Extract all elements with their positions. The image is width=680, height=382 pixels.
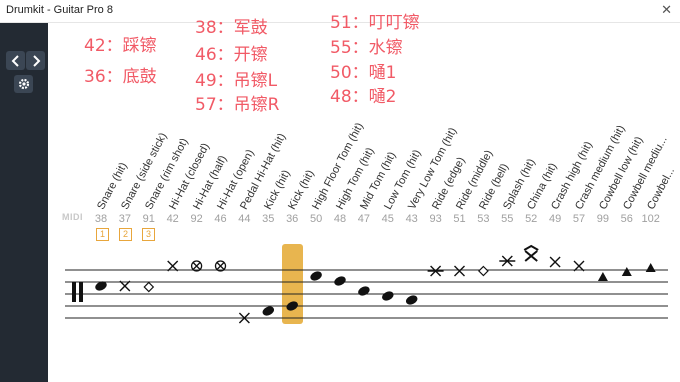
- note-head[interactable]: [523, 244, 539, 262]
- percussion-clef: [72, 282, 83, 302]
- notes: [95, 244, 656, 324]
- note-head[interactable]: [478, 265, 489, 277]
- note-head[interactable]: [143, 281, 155, 293]
- note-head[interactable]: [645, 263, 656, 272]
- highlight-kick-36: [282, 244, 303, 324]
- note-head[interactable]: [597, 272, 608, 281]
- note-head[interactable]: [357, 285, 371, 298]
- note-head[interactable]: [261, 305, 275, 318]
- drum-staff: [65, 244, 668, 324]
- note-head[interactable]: [309, 270, 323, 283]
- note-head[interactable]: [427, 265, 444, 277]
- note-head[interactable]: [333, 275, 347, 288]
- note-head[interactable]: [621, 267, 632, 276]
- note-head[interactable]: [499, 255, 516, 267]
- note-head[interactable]: [381, 290, 395, 303]
- note-head[interactable]: [454, 265, 465, 277]
- note-head[interactable]: [549, 256, 561, 268]
- note-head[interactable]: [404, 294, 418, 307]
